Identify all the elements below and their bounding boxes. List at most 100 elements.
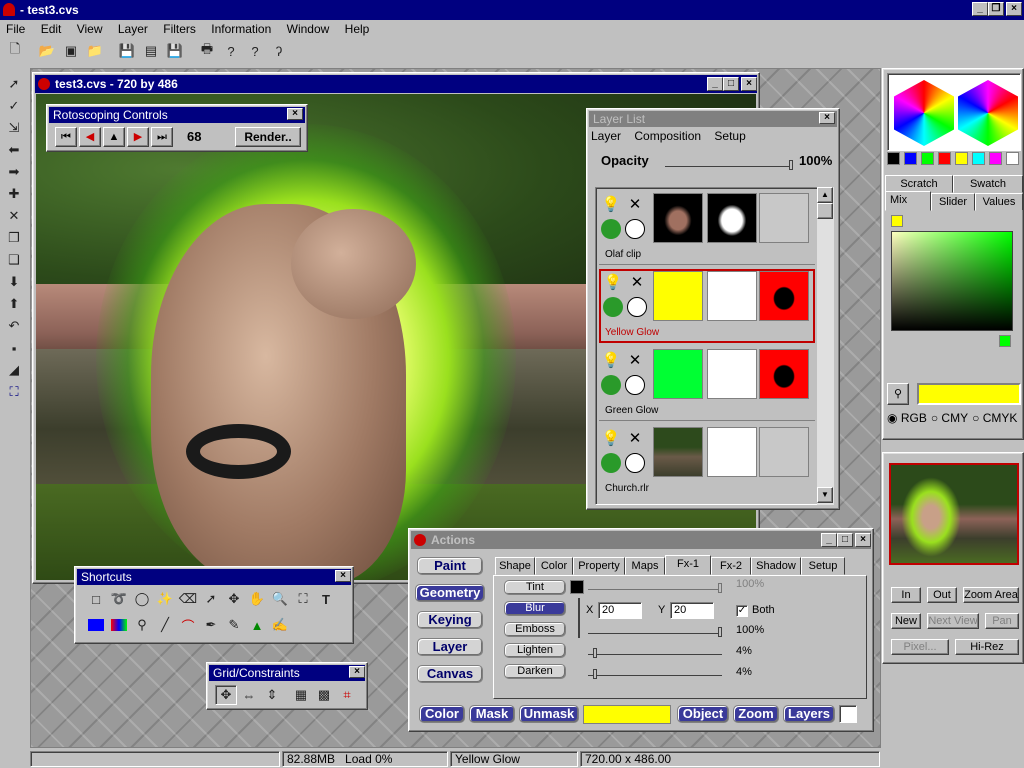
menu-filters[interactable]: Filters: [157, 20, 202, 38]
save-icon[interactable]: 💾: [116, 41, 138, 61]
lighten-slider-thumb[interactable]: [593, 648, 598, 658]
palette-swatch[interactable]: [921, 152, 934, 165]
back-icon[interactable]: ⬅: [3, 140, 25, 160]
current-color-box[interactable]: [917, 383, 1021, 405]
minimize-button[interactable]: _: [972, 2, 988, 16]
keying-button[interactable]: Keying: [417, 611, 483, 629]
alpha-mask-icon[interactable]: [627, 297, 647, 317]
multi-select-icon[interactable]: ⇲: [3, 118, 25, 138]
hi-rez-button[interactable]: Hi-Rez: [955, 639, 1019, 655]
fine-grid-icon[interactable]: ▩: [313, 685, 335, 705]
grid-close-button[interactable]: ×: [349, 666, 365, 678]
geometry-button[interactable]: Geometry: [415, 584, 485, 602]
green-mask-icon[interactable]: [601, 453, 621, 473]
save-image-icon[interactable]: ▤: [140, 41, 162, 61]
both-checkbox[interactable]: ✓: [736, 605, 748, 617]
doc-maximize-button[interactable]: □: [723, 77, 739, 91]
color-button[interactable]: Color: [419, 705, 465, 723]
visibility-bulb-icon[interactable]: 💡: [601, 351, 621, 371]
menu-view[interactable]: View: [71, 20, 109, 38]
menu-window[interactable]: Window: [281, 20, 336, 38]
remove-layer-icon[interactable]: ✕: [627, 273, 647, 293]
text-tool-icon[interactable]: T: [315, 589, 337, 609]
visibility-bulb-icon[interactable]: 💡: [601, 195, 621, 215]
zoom-in-button[interactable]: In: [891, 587, 921, 603]
remove-layer-icon[interactable]: ✕: [625, 195, 645, 215]
hsv-hexagon[interactable]: [894, 80, 954, 146]
open-folder-icon[interactable]: 📂: [36, 41, 58, 61]
first-frame-button[interactable]: ⏮: [55, 127, 77, 147]
mix-current-swatch[interactable]: [891, 215, 903, 227]
tab-slider[interactable]: Slider: [931, 193, 975, 211]
shape-icon[interactable]: ◢: [3, 360, 25, 380]
alpha-mask-icon[interactable]: [625, 453, 645, 473]
snap-grid-icon[interactable]: ⌗: [336, 685, 358, 705]
pan-button[interactable]: Pan: [985, 613, 1019, 629]
undo-icon[interactable]: ↶: [3, 316, 25, 336]
scroll-thumb[interactable]: [817, 203, 833, 219]
object-button[interactable]: Object: [677, 705, 729, 723]
darken-button[interactable]: Darken: [504, 664, 566, 679]
magic-wand-icon[interactable]: ✨: [154, 589, 176, 609]
eyedropper-button[interactable]: ⚲: [887, 383, 909, 405]
paint-button[interactable]: Paint: [417, 557, 483, 575]
palette-swatch[interactable]: [1006, 152, 1019, 165]
mask-button[interactable]: Mask: [469, 705, 515, 723]
remove-layer-icon[interactable]: ✕: [625, 351, 645, 371]
layer-list-close-button[interactable]: ×: [819, 112, 835, 124]
emboss-slider[interactable]: [588, 624, 722, 637]
cmy-radio[interactable]: ○ CMY: [931, 411, 968, 425]
green-mask-icon[interactable]: [603, 297, 623, 317]
layer-scrollbar[interactable]: ▲ ▼: [817, 187, 834, 505]
tab-shadow[interactable]: Shadow: [751, 557, 801, 575]
remove-layer-icon[interactable]: ✕: [625, 429, 645, 449]
visibility-bulb-icon[interactable]: 💡: [603, 273, 623, 293]
cmyk-radio[interactable]: ○ CMYK: [972, 411, 1017, 425]
print-icon[interactable]: 🖶: [196, 41, 218, 61]
help-icon[interactable]: ?: [244, 41, 266, 61]
current-color-swatch[interactable]: [583, 705, 671, 724]
menu-edit[interactable]: Edit: [35, 20, 68, 38]
tab-swatch[interactable]: Swatch: [953, 175, 1023, 193]
rgb-hexagon[interactable]: [958, 80, 1018, 146]
actions-maximize-button[interactable]: □: [837, 533, 853, 547]
zoom-out-button[interactable]: Out: [927, 587, 957, 603]
layer-button[interactable]: Layer: [417, 638, 483, 656]
move-down-icon[interactable]: ⬇: [3, 272, 25, 292]
airbrush-icon[interactable]: ✎: [223, 615, 245, 635]
crop-icon[interactable]: ⛶: [3, 382, 25, 402]
layer-row[interactable]: 💡 ✕ Olaf clip: [599, 191, 815, 265]
pointer-tool-icon[interactable]: ➚: [200, 589, 222, 609]
roto-close-button[interactable]: ×: [287, 108, 303, 120]
eyedropper-icon[interactable]: ⚲: [131, 615, 153, 635]
tab-setup[interactable]: Setup: [801, 557, 845, 575]
darken-slider-thumb[interactable]: [593, 669, 598, 679]
blur-x-input[interactable]: 20: [598, 602, 642, 619]
alpha-mask-icon[interactable]: [625, 375, 645, 395]
actions-minimize-button[interactable]: _: [821, 533, 837, 547]
layer-menu-setup[interactable]: Setup: [714, 129, 745, 143]
new-view-button[interactable]: New: [891, 613, 921, 629]
stamp-icon[interactable]: ▲: [246, 615, 268, 635]
save-all-icon[interactable]: 💾: [164, 41, 186, 61]
open-movie-icon[interactable]: 📁: [84, 41, 106, 61]
color-mixer-square[interactable]: [891, 231, 1013, 331]
darken-slider[interactable]: [588, 666, 722, 679]
context-help-icon[interactable]: ?: [220, 41, 242, 61]
grid-icon[interactable]: ▦: [290, 685, 312, 705]
emboss-button[interactable]: Emboss: [504, 622, 566, 637]
palette-swatch[interactable]: [989, 152, 1002, 165]
layer-menu-composition[interactable]: Composition: [634, 129, 701, 143]
green-mask-icon[interactable]: [601, 375, 621, 395]
blur-button[interactable]: Blur: [504, 601, 566, 616]
palette-swatch[interactable]: [938, 152, 951, 165]
navigator-preview[interactable]: [889, 463, 1019, 565]
last-frame-button[interactable]: ⏭: [151, 127, 173, 147]
fill-color-icon[interactable]: [85, 615, 107, 635]
zoom-area-button[interactable]: Zoom Area: [963, 587, 1019, 603]
line-tool-icon[interactable]: ╱: [154, 615, 176, 635]
forward-icon[interactable]: ➡: [3, 162, 25, 182]
green-mask-icon[interactable]: [601, 219, 621, 239]
mix-target-swatch[interactable]: [999, 335, 1011, 347]
lasso-tool-icon[interactable]: ➰: [108, 589, 130, 609]
